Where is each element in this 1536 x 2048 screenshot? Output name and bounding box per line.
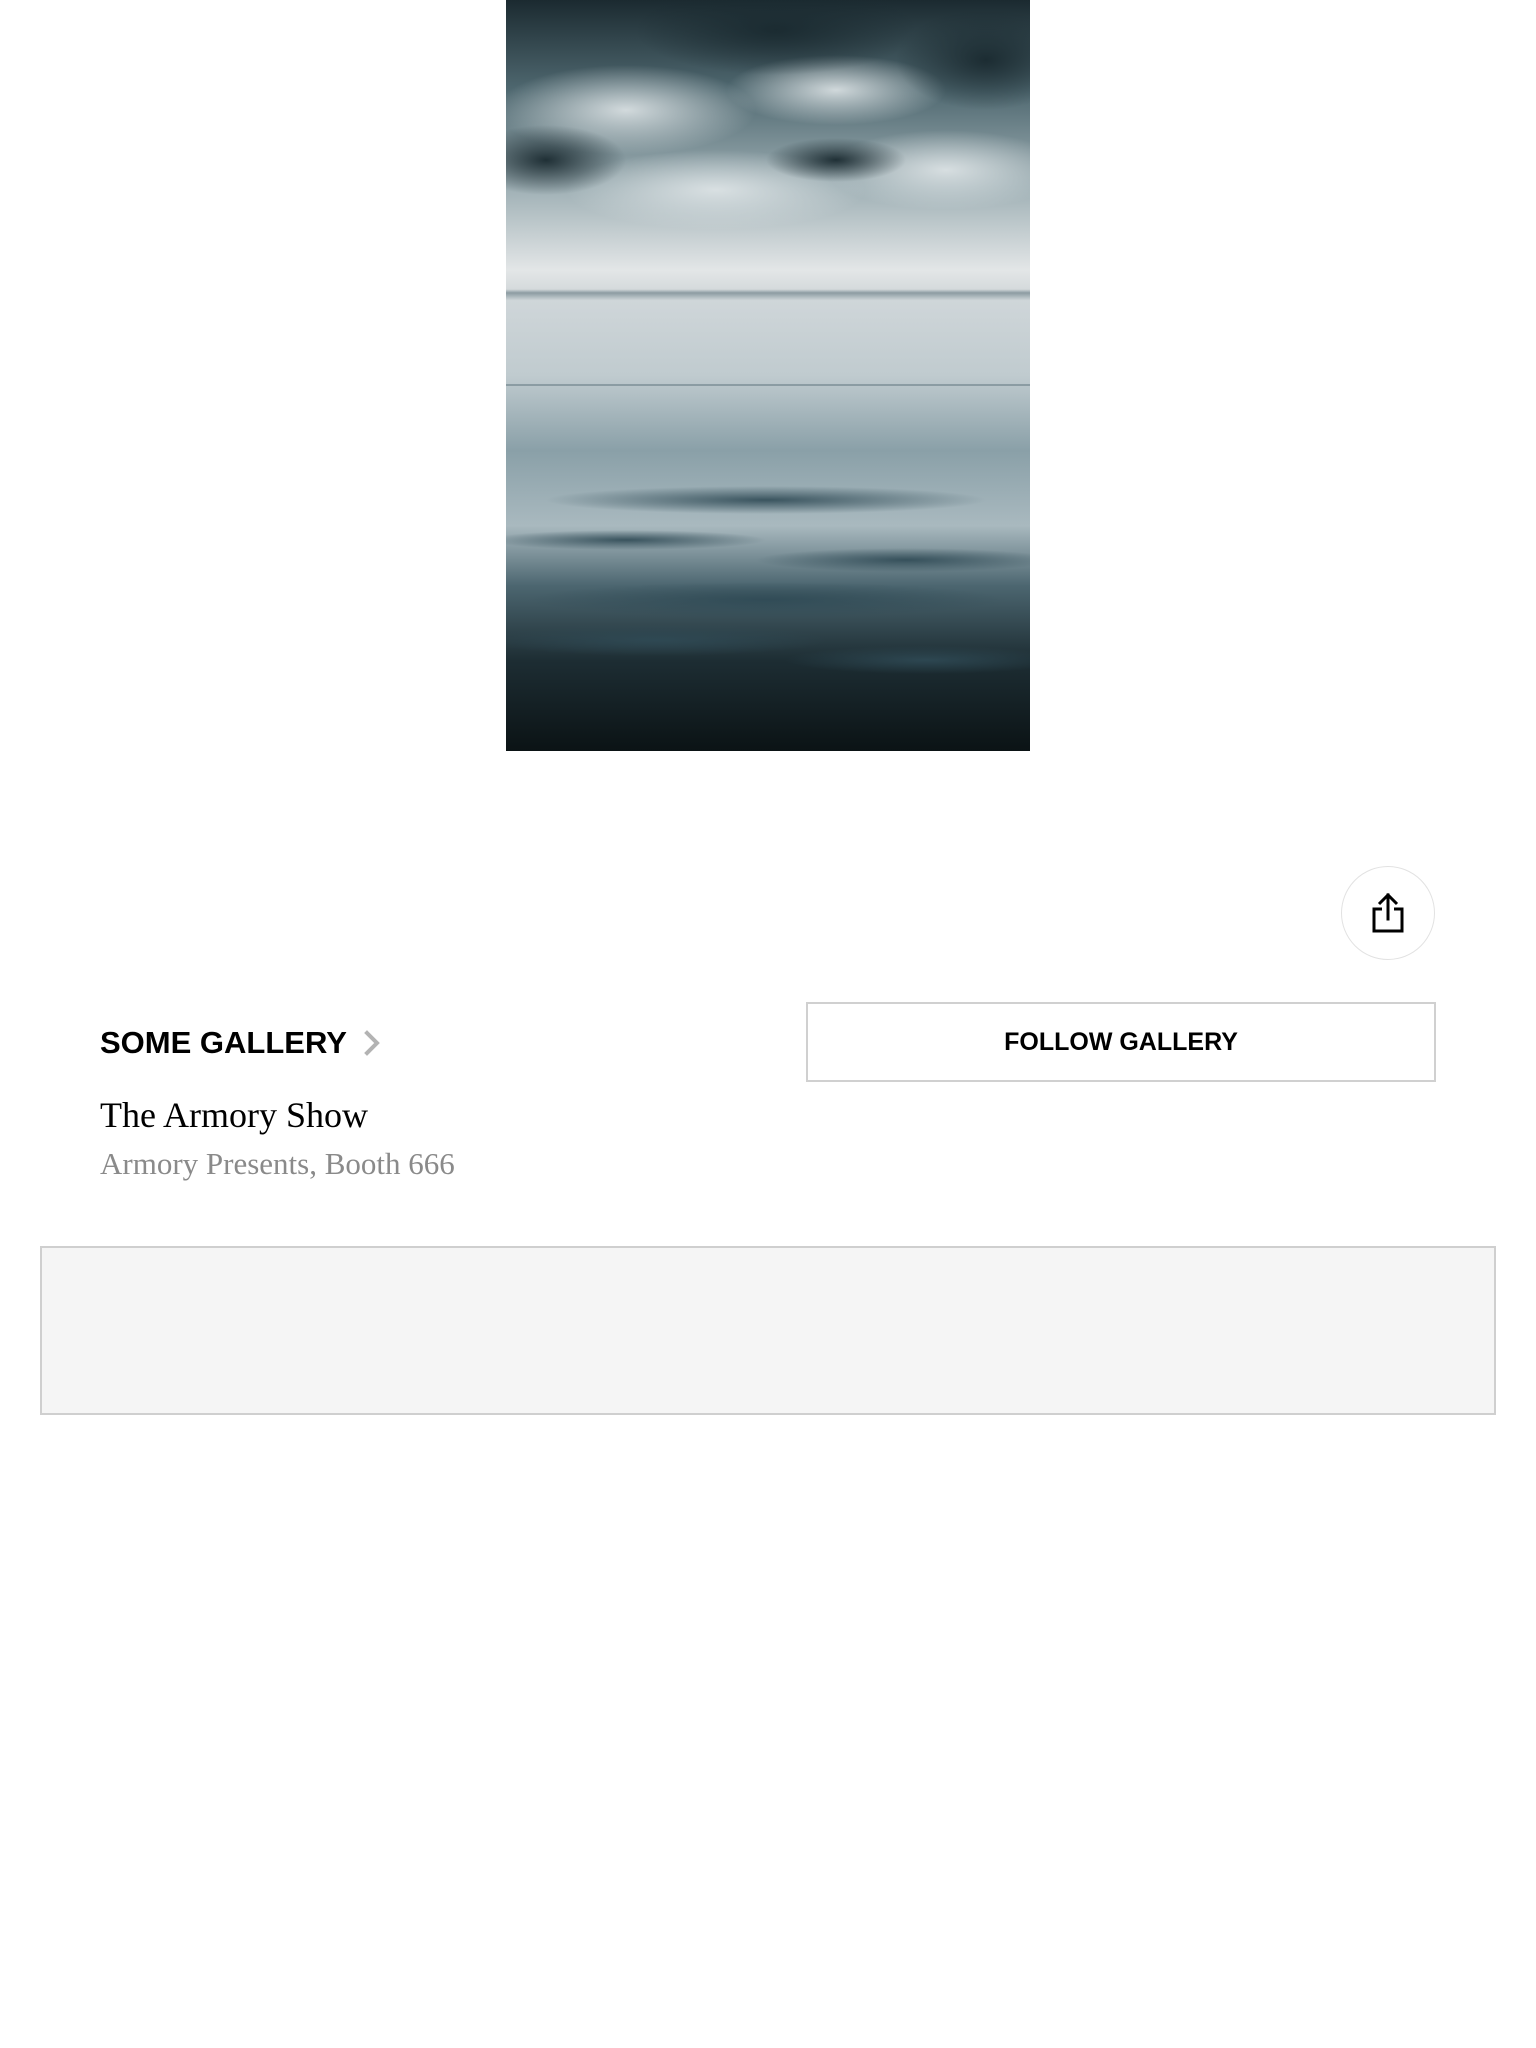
content-placeholder bbox=[40, 1246, 1496, 1415]
fair-name-link[interactable]: The Armory Show bbox=[100, 1094, 368, 1136]
gallery-link[interactable]: SOME GALLERY bbox=[100, 1022, 383, 1064]
share-icon bbox=[1372, 893, 1404, 933]
fair-location: Armory Presents, Booth 666 bbox=[100, 1146, 455, 1181]
gallery-name[interactable]: SOME GALLERY bbox=[100, 1025, 347, 1061]
chevron-right-icon bbox=[361, 1029, 383, 1057]
artwork-image[interactable] bbox=[506, 0, 1030, 751]
follow-gallery-button[interactable]: FOLLOW GALLERY bbox=[806, 1002, 1436, 1082]
share-button[interactable] bbox=[1341, 866, 1435, 960]
follow-gallery-label: FOLLOW GALLERY bbox=[1004, 1027, 1238, 1056]
seascape-painting-image bbox=[506, 0, 1030, 751]
